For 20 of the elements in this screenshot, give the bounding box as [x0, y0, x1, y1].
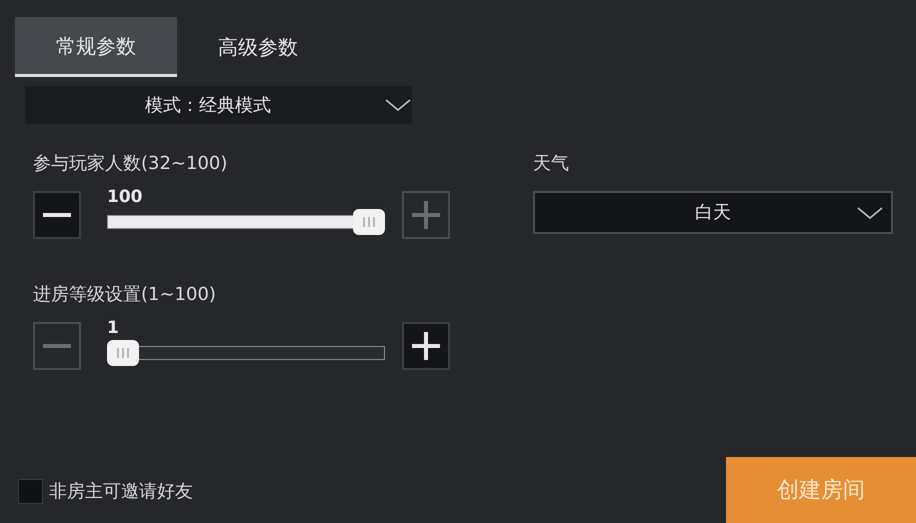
slider-value: 100: [107, 186, 142, 209]
plus-button[interactable]: [402, 322, 450, 370]
slider-value: 1: [107, 317, 119, 340]
weather-label: 天气: [533, 152, 570, 174]
minus-button[interactable]: [33, 191, 81, 239]
chevron-down-icon: [385, 99, 411, 111]
tab[interactable]: 常规参数: [15, 17, 177, 77]
slider-label: 进房等级设置(1~100): [33, 283, 217, 305]
plus-icon: [412, 332, 440, 360]
chevron-down-icon: [857, 206, 883, 218]
tab[interactable]: 高级参数: [177, 17, 339, 77]
plus-icon: [412, 201, 440, 229]
checkbox[interactable]: [18, 479, 43, 504]
mode-dropdown[interactable]: 模式：经典模式: [25, 86, 412, 124]
minus-icon: [43, 344, 71, 348]
slider-label: 参与玩家人数(32~100): [33, 152, 228, 174]
mode-value: 模式：经典模式: [145, 94, 271, 118]
minus-icon: [43, 213, 71, 217]
checkbox-label: 非房主可邀请好友: [49, 480, 193, 504]
weather-dropdown[interactable]: 白天: [533, 191, 893, 234]
